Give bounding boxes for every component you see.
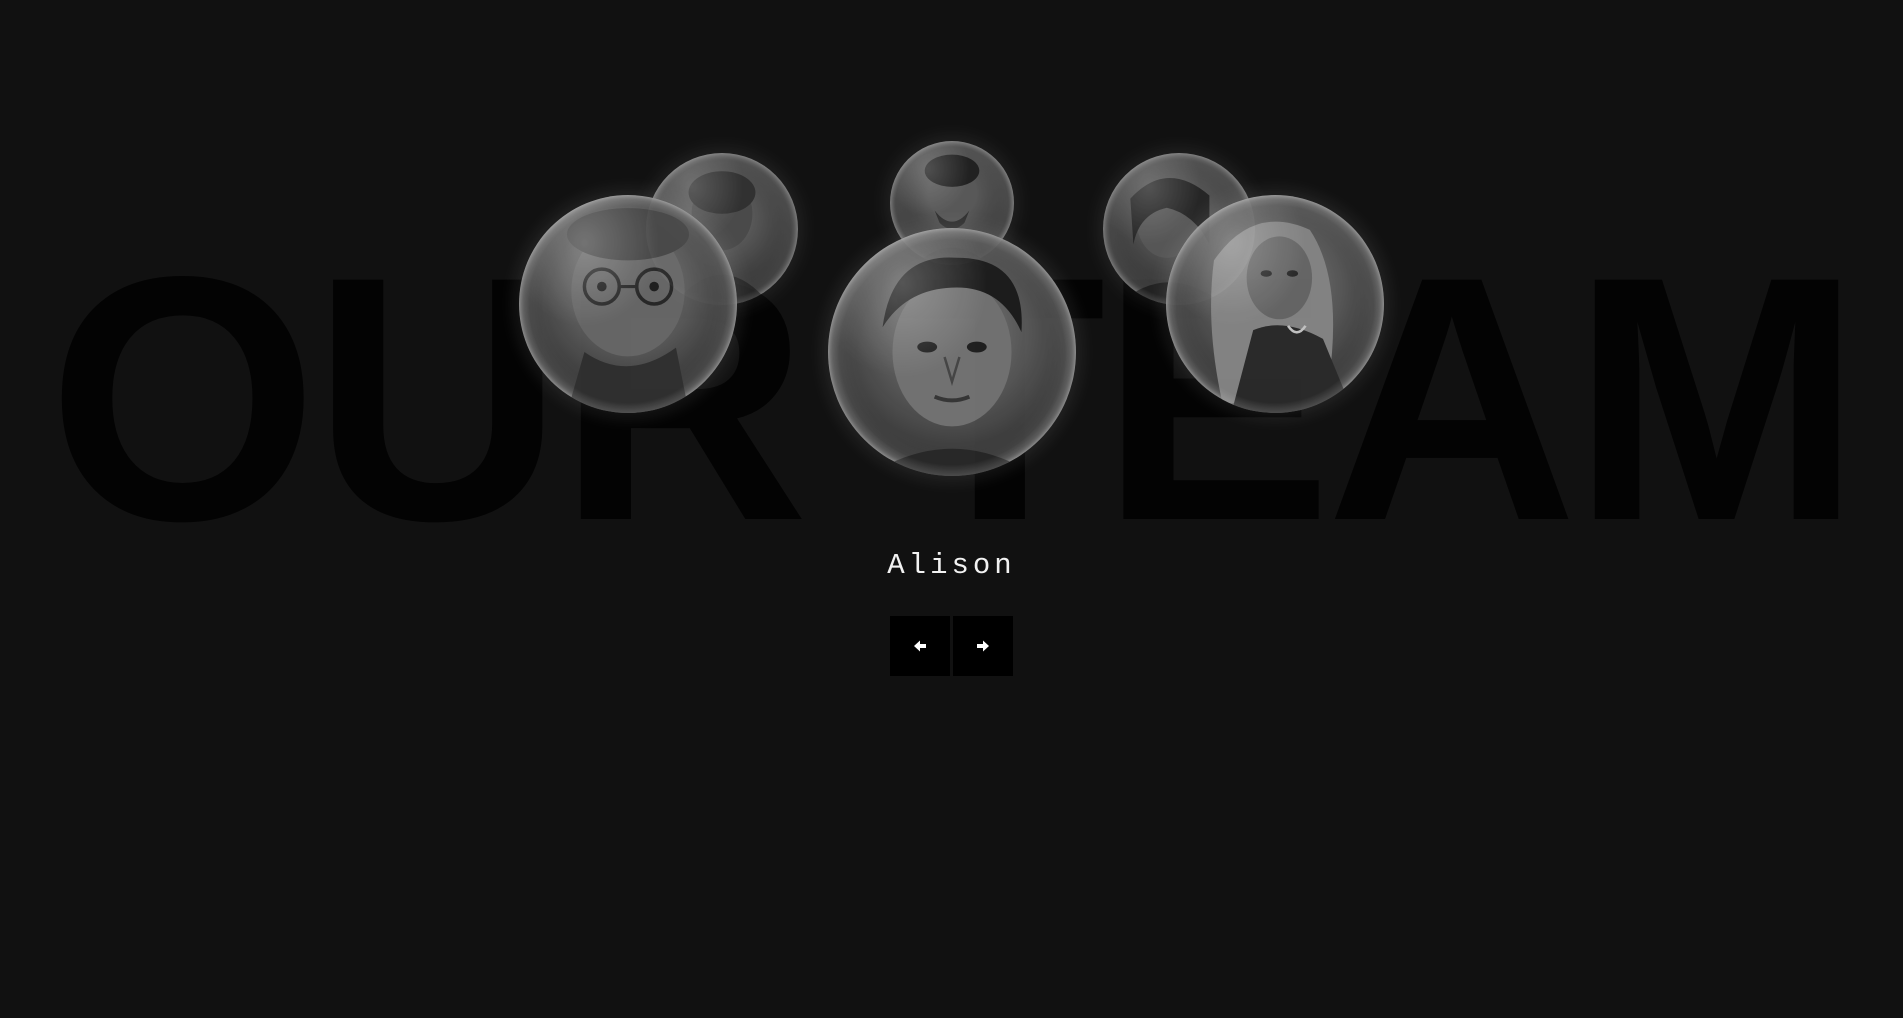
previous-member-button[interactable] <box>890 616 950 676</box>
team-member-bubble-front-left[interactable] <box>519 195 737 413</box>
team-member-bubble-front-center-active[interactable] <box>828 228 1076 476</box>
arrow-right-icon <box>977 640 989 652</box>
portrait-photo <box>566 208 690 413</box>
arrow-left-icon <box>914 640 926 652</box>
next-member-button[interactable] <box>953 616 1013 676</box>
team-section: OUR TEAM Alison <box>0 0 1903 1018</box>
portrait-photo <box>867 257 1037 476</box>
portrait-photo <box>1211 221 1354 413</box>
team-member-bubble-front-right[interactable] <box>1166 195 1384 413</box>
active-member-name: Alison <box>887 549 1016 582</box>
